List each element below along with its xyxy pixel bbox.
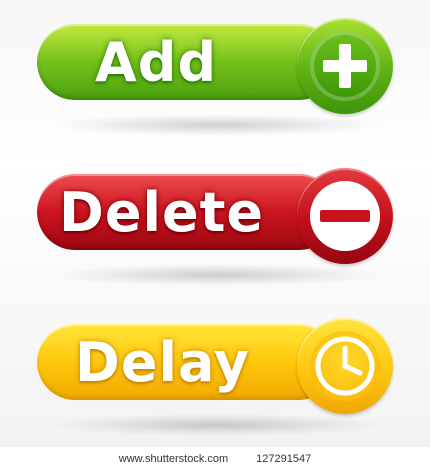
delay-button[interactable]: Delay	[37, 318, 395, 436]
button-shadow	[52, 414, 382, 436]
add-button-label: Add	[95, 30, 218, 94]
delay-icon-badge[interactable]	[297, 318, 393, 414]
delete-button-label: Delete	[59, 180, 265, 244]
minus-icon	[310, 181, 380, 251]
clock-icon	[310, 331, 380, 401]
footer-bar: www.shutterstock.com 127291547	[0, 447, 430, 470]
button-shadow	[52, 264, 382, 286]
delete-button[interactable]: Delete	[37, 168, 395, 286]
delay-button-label: Delay	[75, 330, 250, 394]
delete-icon-badge[interactable]	[297, 168, 393, 264]
plus-icon	[310, 31, 380, 101]
footer-site: www.shutterstock.com	[118, 452, 229, 465]
footer-image-number: 127291547	[256, 452, 312, 465]
add-button[interactable]: Add	[37, 18, 395, 136]
add-icon-badge[interactable]	[297, 18, 393, 114]
button-shadow	[52, 114, 382, 136]
